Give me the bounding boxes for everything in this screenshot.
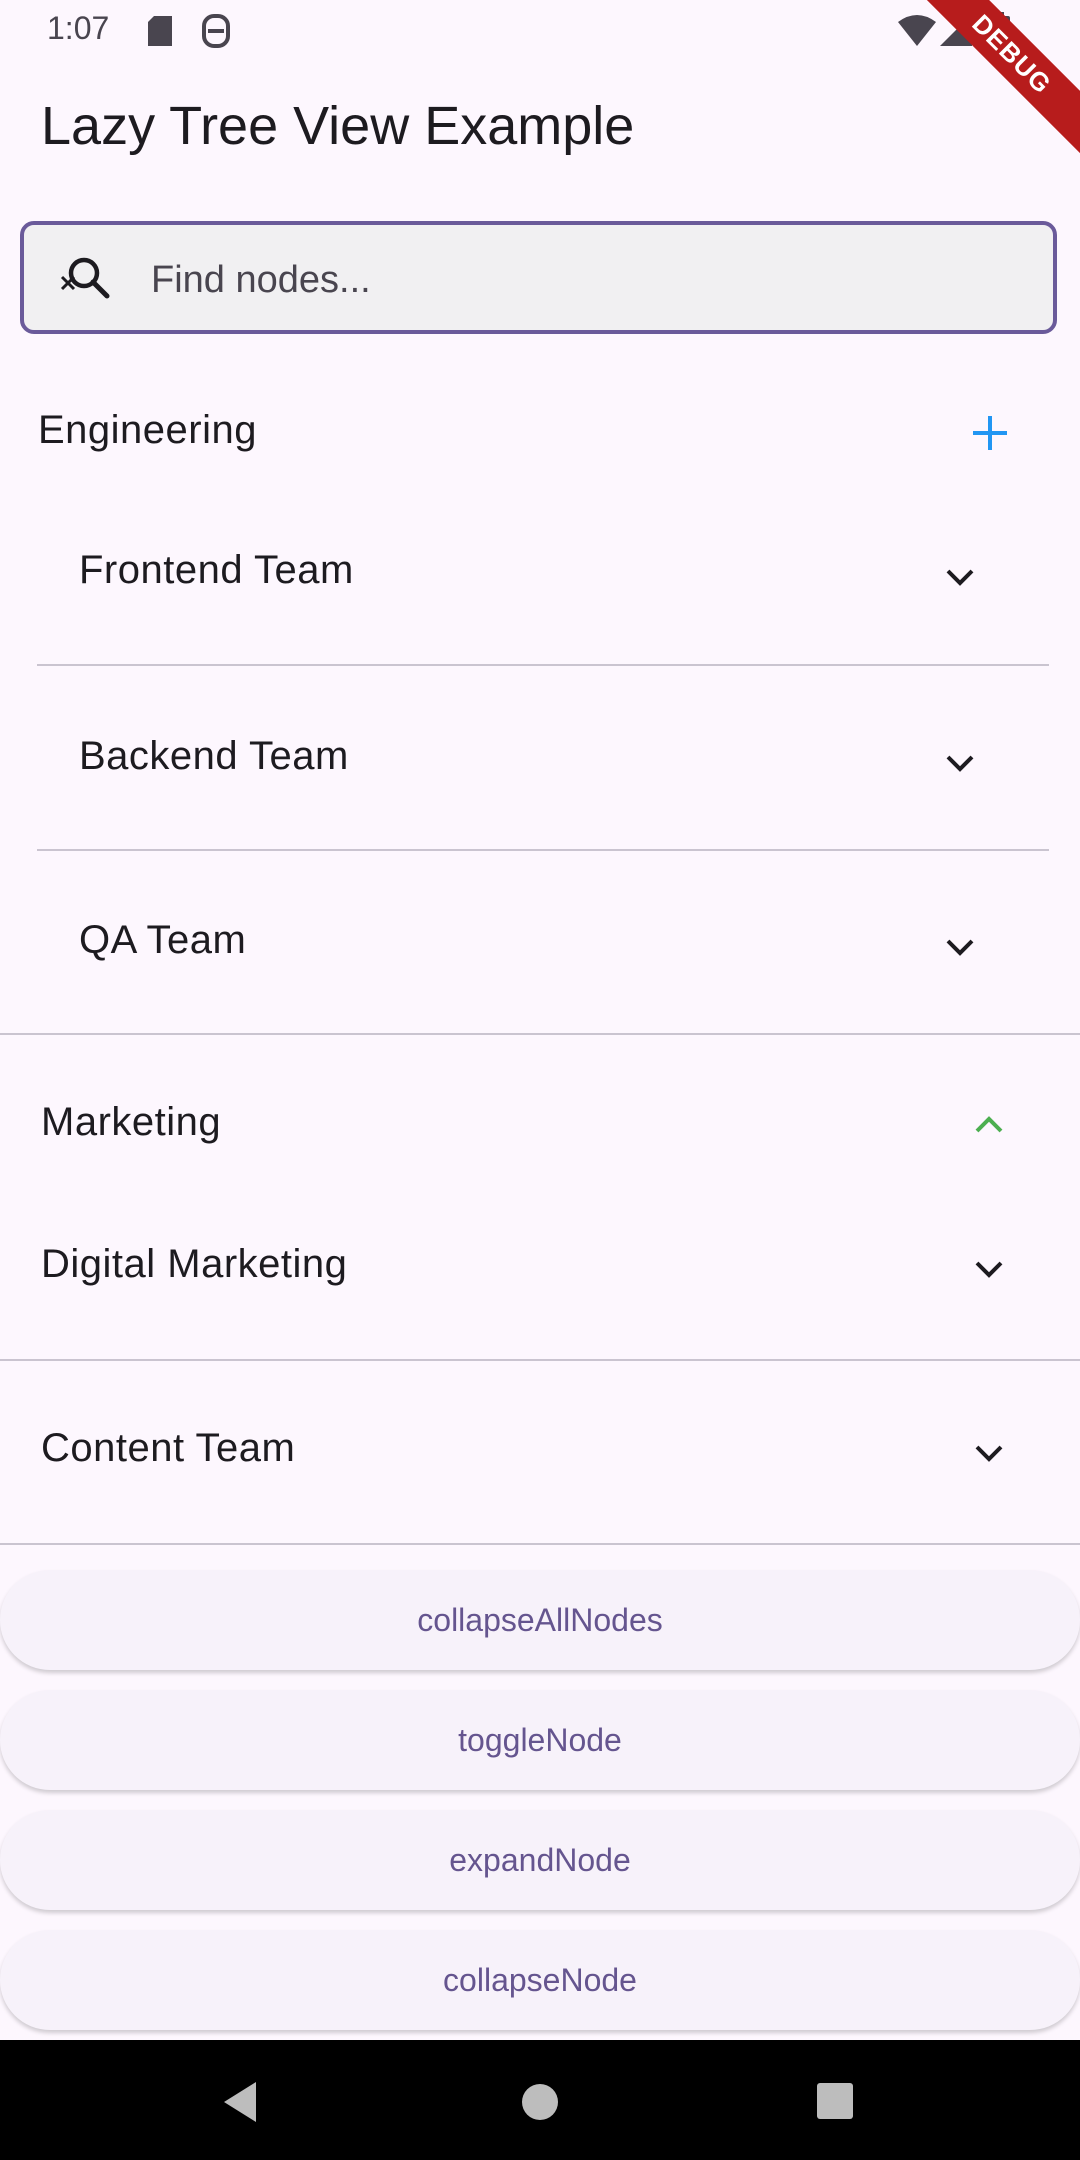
chevron-up-icon[interactable]: [968, 1104, 1010, 1146]
tree-node-label: Digital Marketing: [41, 1242, 348, 1286]
tree-node-label: QA Team: [79, 918, 247, 962]
tree-node-content-team[interactable]: Content Team: [0, 1376, 1080, 1544]
chevron-down-icon[interactable]: [968, 1248, 1010, 1290]
collapse-node-button[interactable]: collapseNode: [0, 1930, 1080, 2030]
tree-node-backend-team[interactable]: Backend Team: [0, 686, 1080, 850]
tree-node-frontend-team[interactable]: Frontend Team: [0, 500, 1080, 664]
assistant-icon: [202, 14, 230, 48]
chevron-down-icon[interactable]: [939, 742, 981, 784]
tree-node-qa-team[interactable]: QA Team: [0, 870, 1080, 1034]
divider: [0, 1543, 1080, 1545]
sd-card-icon: [148, 16, 172, 46]
chevron-down-icon[interactable]: [939, 556, 981, 598]
tree-node-label: Marketing: [41, 1100, 222, 1144]
search-clear-icon[interactable]: [52, 251, 112, 311]
divider: [37, 664, 1049, 666]
tree-node-label: Backend Team: [79, 734, 349, 778]
collapse-all-nodes-button[interactable]: collapseAllNodes: [0, 1570, 1080, 1670]
chevron-down-icon[interactable]: [939, 926, 981, 968]
recents-icon[interactable]: [816, 2082, 854, 2120]
search-field[interactable]: [20, 221, 1057, 334]
tree-node-engineering[interactable]: Engineering: [0, 380, 1080, 480]
toggle-node-button[interactable]: toggleNode: [0, 1690, 1080, 1790]
status-time: 1:07: [47, 10, 110, 46]
search-input[interactable]: [149, 249, 1033, 311]
home-icon[interactable]: [520, 2082, 560, 2122]
tree-node-marketing[interactable]: Marketing: [0, 1060, 1080, 1190]
system-nav-bar: [0, 2040, 1080, 2160]
divider: [0, 1359, 1080, 1361]
plus-icon[interactable]: [965, 408, 1015, 458]
expand-node-button[interactable]: expandNode: [0, 1810, 1080, 1910]
chevron-down-icon[interactable]: [968, 1432, 1010, 1474]
divider: [37, 849, 1049, 851]
tree-node-digital-marketing[interactable]: Digital Marketing: [0, 1190, 1080, 1360]
wifi-icon: [898, 15, 936, 46]
back-icon[interactable]: [220, 2080, 260, 2124]
tree-node-label: Content Team: [41, 1426, 296, 1470]
divider: [0, 1033, 1080, 1035]
status-bar: 1:07: [0, 0, 1080, 62]
tree-node-label: Frontend Team: [79, 548, 354, 592]
tree-node-label: Engineering: [38, 408, 257, 452]
page-title: Lazy Tree View Example: [41, 96, 635, 156]
